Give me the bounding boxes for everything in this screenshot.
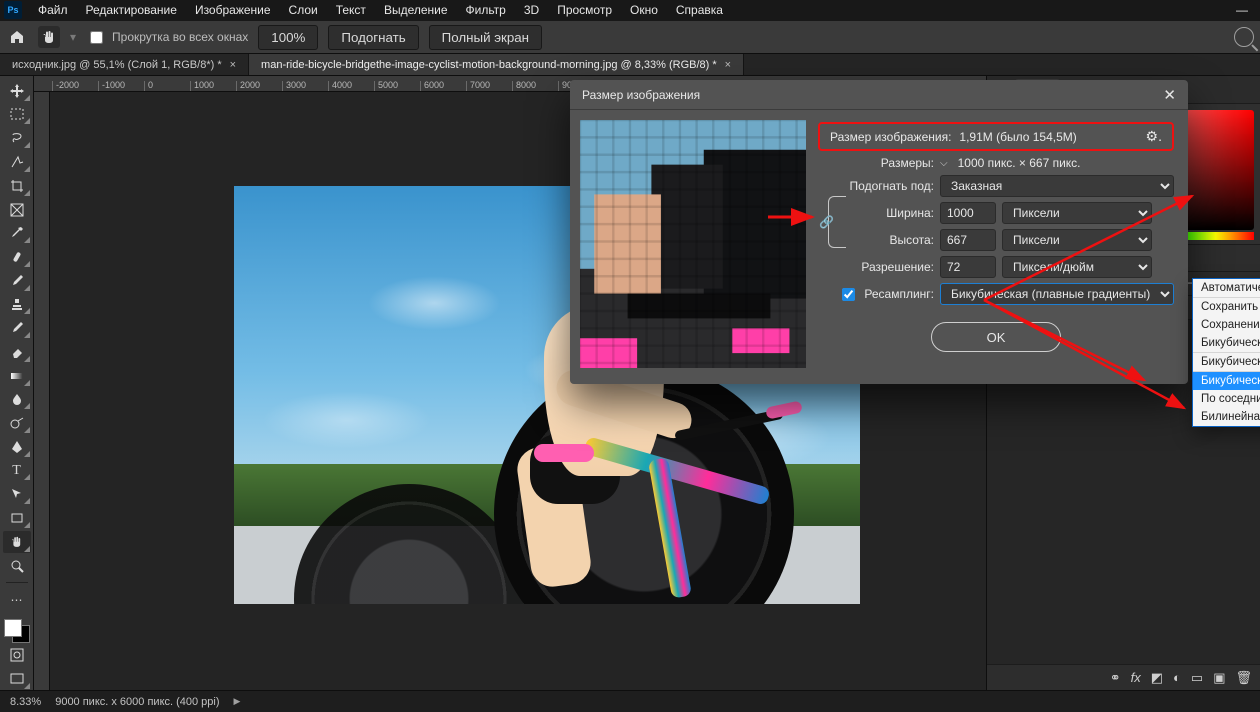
blur-tool[interactable] — [3, 389, 31, 411]
menu-3d[interactable]: 3D — [516, 1, 547, 19]
image-preview — [580, 120, 806, 368]
resample-dropdown[interactable]: АвтоматическиAlt+1Сохранить детали (с ув… — [1192, 278, 1260, 427]
image-size-dialog: Размер изображения ✕ — [570, 80, 1188, 384]
menu-текст[interactable]: Текст — [328, 1, 374, 19]
frame-tool[interactable] — [3, 199, 31, 221]
resample-option[interactable]: АвтоматическиAlt+1 — [1193, 279, 1260, 297]
dodge-tool[interactable] — [3, 412, 31, 434]
move-tool[interactable] — [3, 80, 31, 102]
layer-fx-icon[interactable]: fx — [1131, 670, 1141, 685]
hand-tool[interactable] — [3, 531, 31, 553]
eraser-tool[interactable] — [3, 341, 31, 363]
status-bar: 8.33% 9000 пикс. x 6000 пикс. (400 ppi) … — [0, 690, 1260, 712]
marquee-tool[interactable] — [3, 104, 31, 126]
resample-select[interactable]: Бикубическая (плавные градиенты) — [940, 283, 1174, 305]
layer-mask-icon[interactable]: ◩ — [1151, 670, 1163, 686]
width-label: Ширина: — [836, 206, 934, 220]
tools-toolbar: T ⋯ — [0, 76, 34, 690]
resample-checkbox[interactable] — [842, 288, 855, 301]
edit-toolbar-icon[interactable]: ⋯ — [3, 589, 31, 611]
ruler-vertical — [34, 76, 50, 690]
doc-dimensions: 9000 пикс. x 6000 пикс. (400 ppi) — [55, 696, 219, 708]
stamp-tool[interactable] — [3, 294, 31, 316]
zoom-level[interactable]: 8.33% — [10, 696, 41, 708]
pen-tool[interactable] — [3, 436, 31, 458]
healing-tool[interactable] — [3, 246, 31, 268]
resample-option[interactable]: БилинейнаяAlt+8 — [1193, 408, 1260, 426]
quickmask-icon[interactable] — [3, 645, 31, 667]
dimensions-label: Размеры: — [818, 156, 934, 170]
height-input[interactable] — [940, 229, 996, 251]
status-caret-icon[interactable]: ▶ — [234, 696, 241, 707]
fit-to-label: Подогнать под: — [818, 179, 934, 193]
lasso-tool[interactable] — [3, 127, 31, 149]
resample-option[interactable]: Бикубическая (с увеличением)Alt+4 — [1193, 334, 1260, 352]
close-tab-icon[interactable]: × — [725, 59, 731, 71]
height-unit-select[interactable]: Пиксели — [1002, 229, 1152, 251]
history-brush-tool[interactable] — [3, 317, 31, 339]
new-layer-icon[interactable]: ▣ — [1213, 670, 1225, 686]
scroll-all-windows-label: Прокрутка во всех окнах — [112, 30, 248, 44]
menu-файл[interactable]: Файл — [30, 1, 76, 19]
zoom-100-button[interactable]: 100% — [258, 25, 318, 50]
screenmode-icon[interactable] — [3, 668, 31, 690]
search-icon[interactable] — [1234, 27, 1254, 47]
menu-слои[interactable]: Слои — [281, 1, 326, 19]
fit-screen-button[interactable]: Подогнать — [328, 25, 418, 50]
gradient-tool[interactable] — [3, 365, 31, 387]
menu-справка[interactable]: Справка — [668, 1, 731, 19]
window-minimize-icon[interactable]: — — [1228, 3, 1256, 17]
width-input[interactable] — [940, 202, 996, 224]
document-tabs: исходник.jpg @ 55,1% (Слой 1, RGB/8*) *×… — [0, 54, 1260, 76]
resolution-input[interactable] — [940, 256, 996, 278]
color-swatches[interactable] — [4, 619, 30, 643]
image-size-summary: Размер изображения: 1,91M (было 154,5M) … — [818, 122, 1174, 151]
resample-option[interactable]: Сохранить детали (с увеличением)Alt+2 — [1193, 298, 1260, 316]
menu-фильтр[interactable]: Фильтр — [458, 1, 514, 19]
close-tab-icon[interactable]: × — [230, 59, 236, 71]
menu-редактирование[interactable]: Редактирование — [78, 1, 185, 19]
menu-изображение[interactable]: Изображение — [187, 1, 279, 19]
group-icon[interactable]: ▭ — [1191, 670, 1203, 686]
resample-option[interactable]: Бикубическая (с уменьшением)Alt+5 — [1193, 353, 1260, 371]
link-layers-icon[interactable]: ⚭ — [1110, 670, 1121, 686]
layers-panel-footer: ⚭ fx ◩ ◐ ▭ ▣ 🗑 — [987, 664, 1260, 690]
menu-окно[interactable]: Окно — [622, 1, 666, 19]
document-tab[interactable]: man-ride-bicycle-bridgethe-image-cyclist… — [249, 54, 744, 75]
zoom-tool[interactable] — [3, 555, 31, 577]
menu-выделение[interactable]: Выделение — [376, 1, 456, 19]
app-logo: Ps — [4, 1, 22, 19]
document-tab[interactable]: исходник.jpg @ 55,1% (Слой 1, RGB/8*) *× — [0, 54, 249, 75]
dialog-title: Размер изображения — [582, 88, 700, 102]
path-select-tool[interactable] — [3, 483, 31, 505]
hand-tool-icon[interactable] — [38, 26, 60, 48]
ok-button[interactable]: OK — [931, 322, 1061, 352]
resample-option[interactable]: Бикубическая (плавные градиенты)Alt+6 — [1193, 372, 1260, 390]
gear-icon[interactable]: ⚙. — [1146, 128, 1162, 145]
home-icon[interactable] — [6, 26, 28, 48]
resolution-unit-select[interactable]: Пиксели/дюйм — [1002, 256, 1152, 278]
fit-to-select[interactable]: Заказная — [940, 175, 1174, 197]
brush-tool[interactable] — [3, 270, 31, 292]
full-screen-button[interactable]: Полный экран — [429, 25, 542, 50]
dimensions-value: 1000 пикс. × 667 пикс. — [958, 156, 1081, 170]
resolution-label: Разрешение: — [818, 260, 934, 274]
resample-option[interactable]: По соседним пикселям (четкие края)Alt+7 — [1193, 390, 1260, 408]
width-unit-select[interactable]: Пиксели — [1002, 202, 1152, 224]
eyedropper-tool[interactable] — [3, 222, 31, 244]
shape-tool[interactable] — [3, 507, 31, 529]
crop-tool[interactable] — [3, 175, 31, 197]
trash-icon[interactable]: 🗑 — [1235, 670, 1252, 686]
scroll-all-windows-checkbox[interactable]: Прокрутка во всех окнах — [86, 28, 248, 47]
height-label: Высота: — [836, 233, 934, 247]
close-icon[interactable]: ✕ — [1163, 86, 1176, 104]
type-tool[interactable]: T — [3, 460, 31, 482]
link-dimensions-icon[interactable]: 🔗 — [828, 196, 846, 248]
menu-просмотр[interactable]: Просмотр — [549, 1, 620, 19]
quick-select-tool[interactable] — [3, 151, 31, 173]
resample-label: Ресамплинг: — [864, 287, 934, 301]
adjustment-layer-icon[interactable]: ◐ — [1173, 670, 1181, 685]
resample-option[interactable]: Сохранение деталей 2.0Alt+3 — [1193, 316, 1260, 334]
